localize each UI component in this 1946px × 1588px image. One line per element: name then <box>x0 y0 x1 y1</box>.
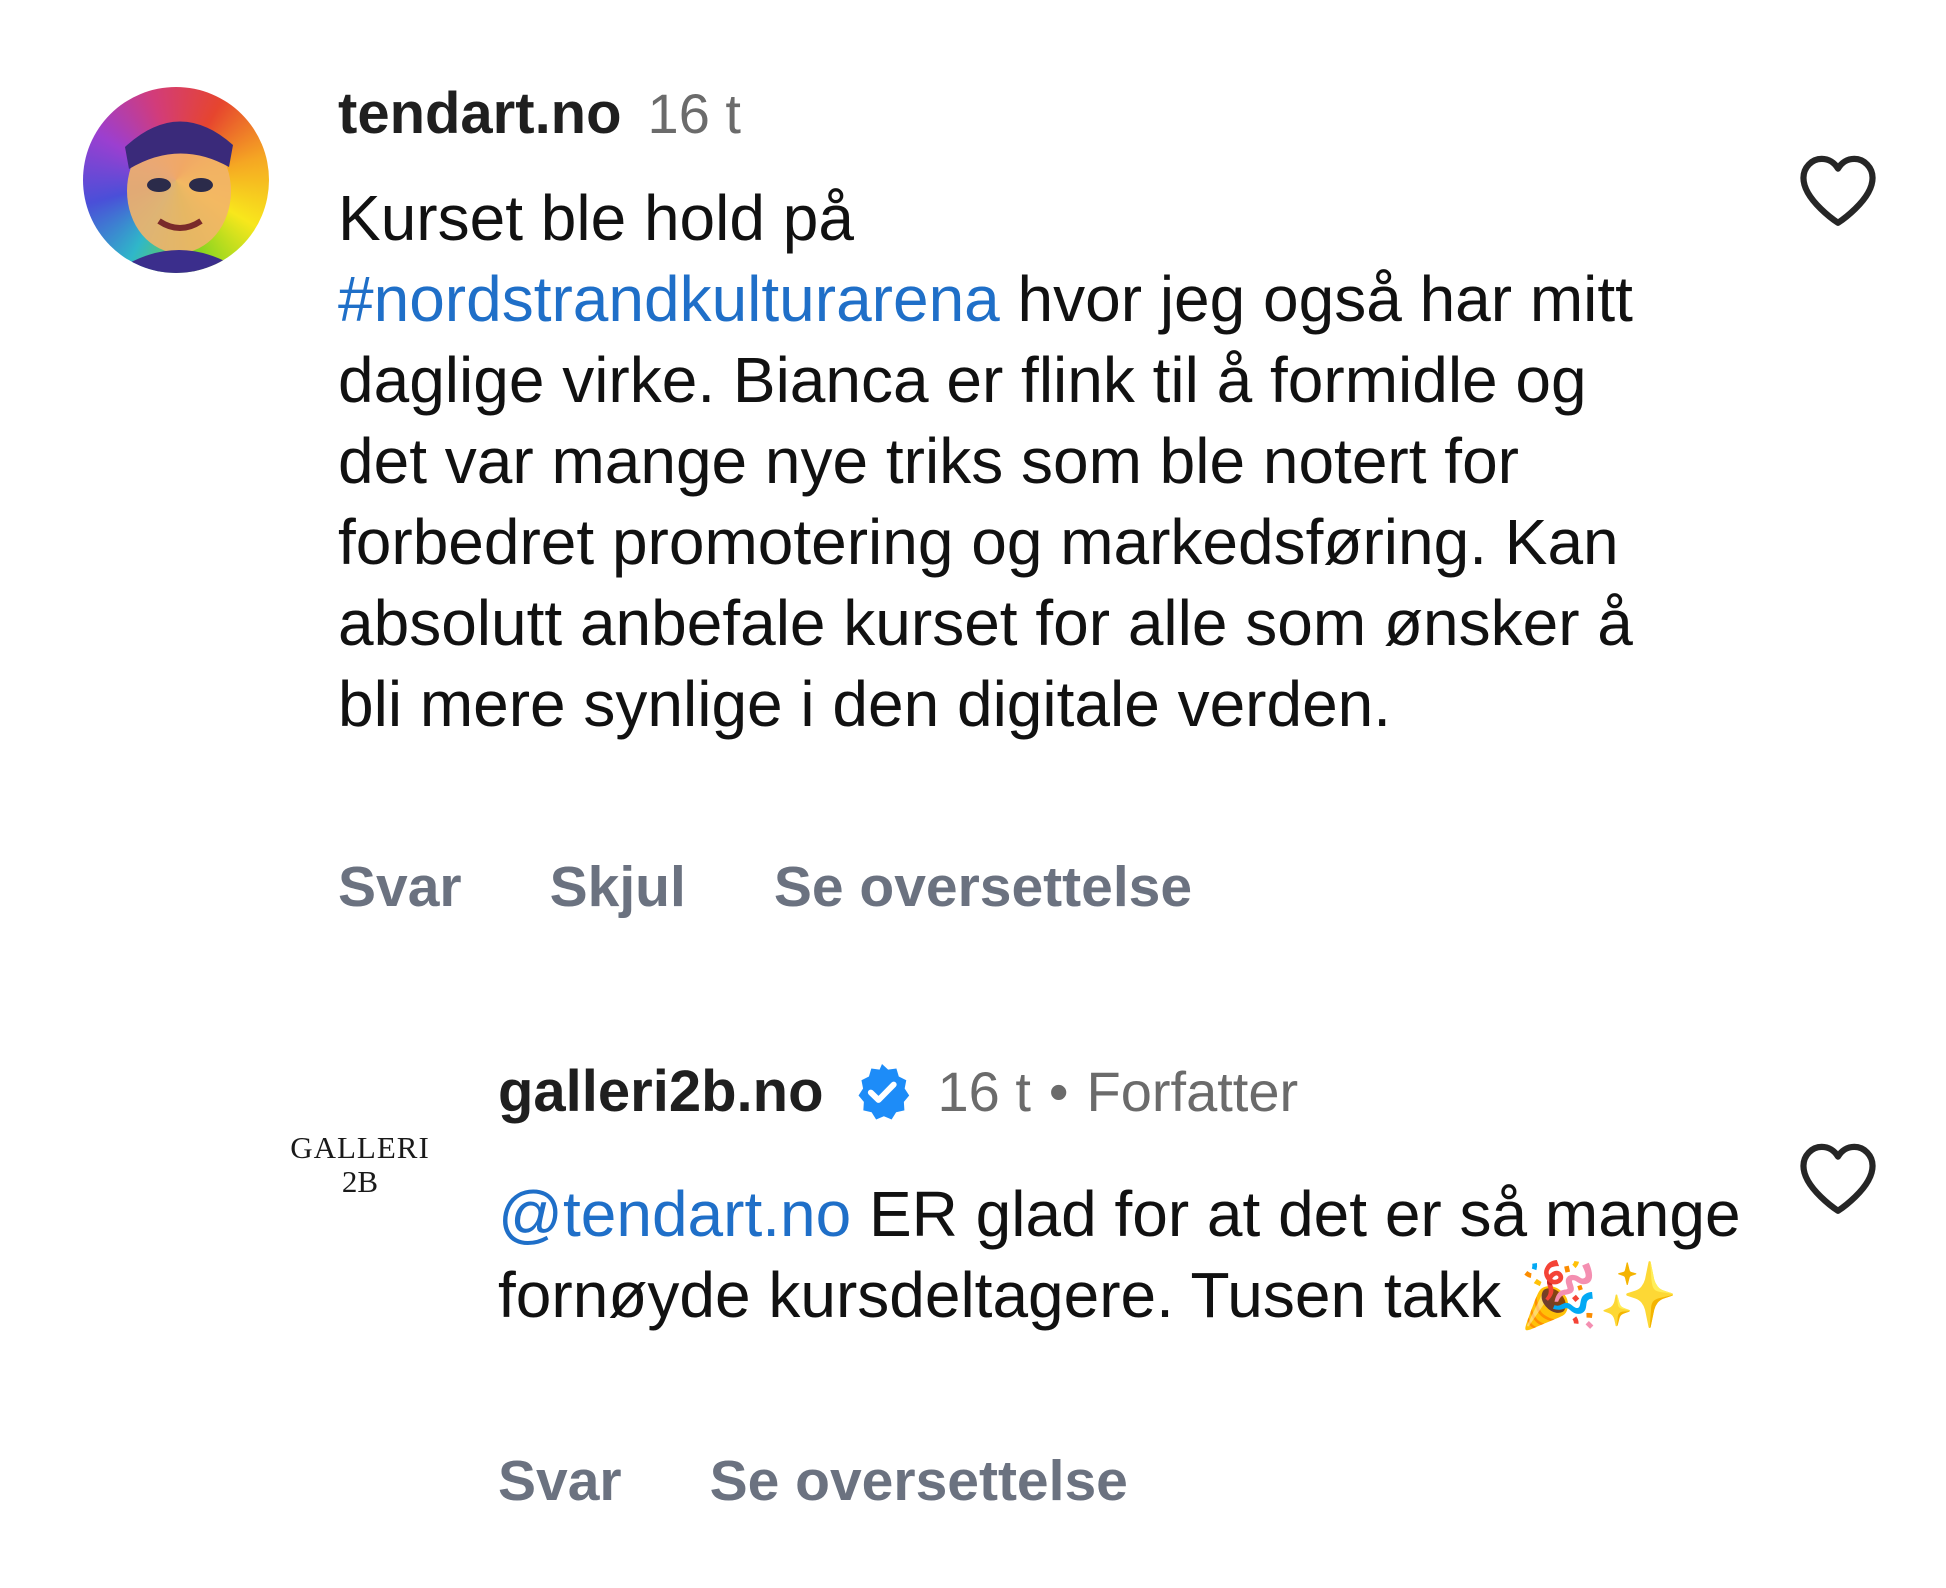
heart-outline-icon[interactable] <box>1796 1140 1880 1216</box>
comment-text-prefix: Kurset ble hold på <box>338 182 854 254</box>
reply-text: @tendart.no ER glad for at det er så man… <box>498 1174 1748 1336</box>
author-label: Forfatter <box>1086 1060 1299 1123</box>
logo-text-line2: 2B <box>341 1164 379 1199</box>
see-translation-button-2[interactable]: Se oversettelse <box>710 1448 1128 1514</box>
reply-actions: Svar Se oversettelse <box>498 1448 1128 1514</box>
username-tendart[interactable]: tendart.no <box>338 80 622 147</box>
avatar-galleri2b[interactable]: GALLERI 2B <box>245 1050 475 1280</box>
reply-button-2[interactable]: Svar <box>498 1448 622 1514</box>
logo-text-line1: GALLERI <box>290 1130 430 1165</box>
see-translation-button[interactable]: Se oversettelse <box>774 854 1192 920</box>
verified-badge-icon <box>858 1063 909 1119</box>
heart-outline-icon[interactable] <box>1796 152 1880 228</box>
reply-header: galleri2b.no 16 t • Forfatter <box>498 1058 1298 1125</box>
hashtag-link[interactable]: #nordstrandkulturarena <box>338 263 1000 335</box>
comment-header: tendart.no 16 t <box>338 80 741 147</box>
avatar-tendart[interactable] <box>83 87 269 273</box>
reply-button[interactable]: Svar <box>338 854 462 920</box>
hide-button[interactable]: Skjul <box>550 854 686 920</box>
username-galleri2b[interactable]: galleri2b.no <box>498 1058 824 1125</box>
avatar-portrait-image <box>113 121 245 273</box>
comment-actions: Svar Skjul Se oversettelse <box>338 854 1192 920</box>
reply-time: 16 t <box>937 1060 1031 1123</box>
meta-separator: • <box>1048 1060 1069 1123</box>
mention-link[interactable]: @tendart.no <box>498 1178 851 1250</box>
comment-time: 16 t <box>647 82 741 145</box>
comment-text: Kurset ble hold på #nordstrandkulturaren… <box>338 178 1678 745</box>
